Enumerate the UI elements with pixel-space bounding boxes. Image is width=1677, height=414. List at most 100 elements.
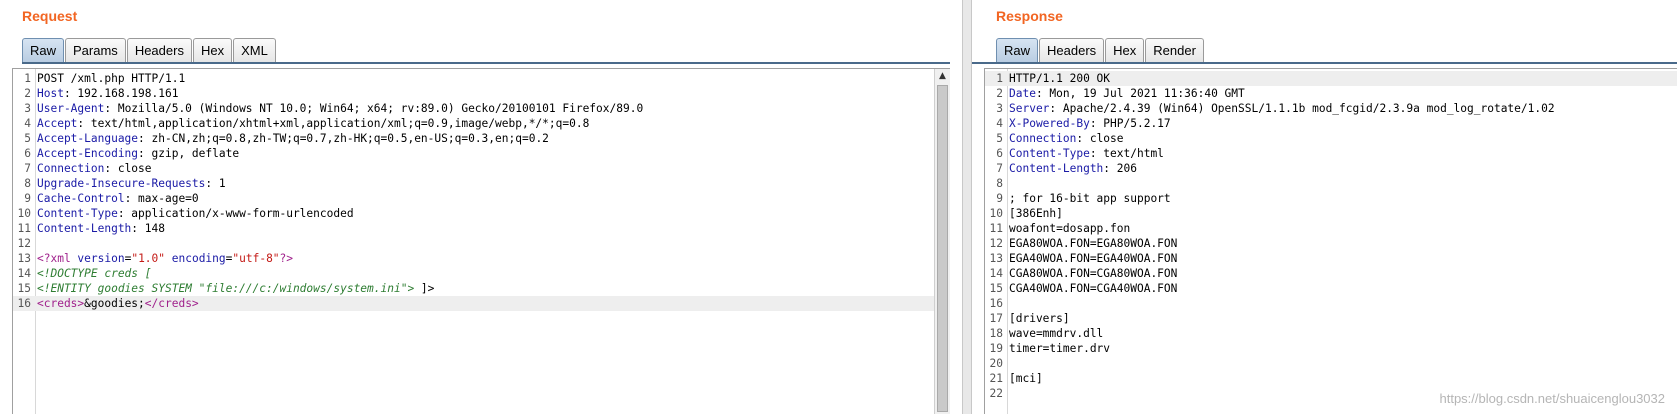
line-number: 4 [24,117,31,130]
code-token: : 206 [1103,162,1137,175]
code-token: : 1 [205,177,226,190]
code-token: Content-Type [1009,147,1090,160]
code-token: HTTP/1.1 200 OK [1009,72,1111,85]
line-number: 7 [996,162,1003,175]
code-token: EGA40WOA.FON=EGA40WOA.FON [1009,252,1178,265]
request-code-line: 2 Host: 192.168.198.161 [13,86,950,101]
request-tab-raw[interactable]: Raw [22,38,65,62]
code-token: Accept [37,117,78,130]
response-code-line: 16 [985,296,1677,311]
line-number: 12 [989,237,1003,250]
response-code-line: 1 HTTP/1.1 200 OK [985,71,1677,86]
response-editor[interactable]: 1 HTTP/1.1 200 OK 2 Date: Mon, 19 Jul 2021 … [984,68,1677,414]
line-number: 17 [989,312,1003,325]
request-code-line: 11 Content-Length: 148 [13,221,950,236]
code-token: X-Powered-By [1009,117,1090,130]
code-token: wave=mmdrv.dll [1009,327,1104,340]
line-number: 22 [989,387,1003,400]
line-number: 4 [996,117,1003,130]
code-token: &goodies; [84,297,145,310]
line-number: 13 [17,252,31,265]
code-token: : Mozilla/5.0 (Windows NT 10.0; Win64; x… [104,102,644,115]
code-token: Date [1009,87,1036,100]
line-number: 10 [17,207,31,220]
code-token: : Apache/2.4.39 (Win64) OpenSSL/1.1.1b m… [1049,102,1555,115]
request-tab-underline [22,62,950,64]
request-tab-headers[interactable]: Headers [126,38,192,62]
line-number: 10 [989,207,1003,220]
line-number: 1 [996,72,1003,85]
response-tab-hex[interactable]: Hex [1105,38,1145,62]
response-code-line: 17 [drivers] [985,311,1677,326]
code-token: : 148 [131,222,165,235]
request-title: Request [22,8,78,24]
response-tab-bar: Raw Headers Hex Render [996,38,1205,62]
request-code-line: 13 <?xml version="1.0" encoding="utf-8"?> [13,251,950,266]
code-token: : close [104,162,152,175]
response-lines: 1 HTTP/1.1 200 OK 2 Date: Mon, 19 Jul 2021 … [985,71,1677,401]
request-scrollbar[interactable]: ▲ [934,69,950,414]
code-token: woafont=dosapp.fon [1009,222,1131,235]
code-token: : PHP/5.2.17 [1089,117,1171,130]
request-lines: 1 POST /xml.php HTTP/1.1 2 Host: 192.168.19… [13,71,950,311]
response-tab-render[interactable]: Render [1145,38,1204,62]
response-code-line: 12 EGA80WOA.FON=EGA80WOA.FON [985,236,1677,251]
code-token: EGA80WOA.FON=EGA80WOA.FON [1009,237,1178,250]
response-code-line: 2 Date: Mon, 19 Jul 2021 11:36:40 GMT [985,86,1677,101]
response-code-line: 18 wave=mmdrv.dll [985,326,1677,341]
line-number: 8 [24,177,31,190]
code-token: Content-Length [37,222,132,235]
code-token: ; for 16-bit app support [1009,192,1171,205]
code-token: Content-Type [37,207,118,220]
line-number: 16 [989,297,1003,310]
code-token: : application/x-www-form-urlencoded [117,207,354,220]
request-code-line: 5 Accept-Language: zh-CN,zh;q=0.8,zh-TW;q… [13,131,950,146]
line-number: 21 [989,372,1003,385]
request-scroll-thumb[interactable] [937,85,948,412]
response-code-line: 8 [985,176,1677,191]
code-token: timer=timer.drv [1009,342,1111,355]
request-tab-xml[interactable]: XML [233,38,276,62]
code-token: : close [1076,132,1124,145]
line-number: 6 [24,147,31,160]
line-number: 1 [24,72,31,85]
code-token: : max-age=0 [124,192,199,205]
code-token: Upgrade-Insecure-Requests [37,177,206,190]
code-token: [386Enh] [1009,207,1063,220]
code-token: Connection [37,162,105,175]
code-token: CGA80WOA.FON=CGA80WOA.FON [1009,267,1178,280]
line-number: 8 [996,177,1003,190]
line-number: 3 [24,102,31,115]
request-code-line: 10 Content-Type: application/x-www-form-u… [13,206,950,221]
request-editor[interactable]: 1 POST /xml.php HTTP/1.1 2 Host: 192.168.19… [12,68,950,414]
code-token: Content-Length [1009,162,1104,175]
request-code-line: 9 Cache-Control: max-age=0 [13,191,950,206]
response-tab-headers[interactable]: Headers [1039,38,1105,62]
request-tab-hex[interactable]: Hex [192,38,233,62]
code-token: </creds> [144,297,199,310]
request-tab-bar: Raw Params Headers Hex XML [22,38,277,62]
request-code-line: 16 <creds>&goodies;</creds> [13,296,950,311]
code-token: : text/html,application/xhtml+xml,applic… [77,117,590,130]
request-tab-params[interactable]: Params [65,38,126,62]
response-tab-raw[interactable]: Raw [996,38,1039,62]
line-number: 18 [989,327,1003,340]
line-number: 2 [24,87,31,100]
panel-splitter[interactable] [962,0,972,414]
code-token: Accept-Encoding [37,147,139,160]
scroll-up-arrow-icon[interactable]: ▲ [935,69,950,83]
line-number: 20 [989,357,1003,370]
response-code-line: 13 EGA40WOA.FON=EGA40WOA.FON [985,251,1677,266]
watermark: https://blog.csdn.net/shuaicenglou3032 [1439,391,1665,406]
line-number: 6 [996,147,1003,160]
response-code-line: 19 timer=timer.drv [985,341,1677,356]
response-code-line: 11 woafont=dosapp.fon [985,221,1677,236]
request-code-line: 6 Accept-Encoding: gzip, deflate [13,146,950,161]
line-number: 3 [996,102,1003,115]
response-code-line: 9 ; for 16-bit app support [985,191,1677,206]
code-token: [drivers] [1009,312,1070,325]
request-panel: Request Raw Params Headers Hex XML 1 POST /xm… [0,0,962,414]
line-number: 7 [24,162,31,175]
code-token: POST /xml.php HTTP/1.1 [37,72,186,85]
code-token: User-Agent [37,102,105,115]
